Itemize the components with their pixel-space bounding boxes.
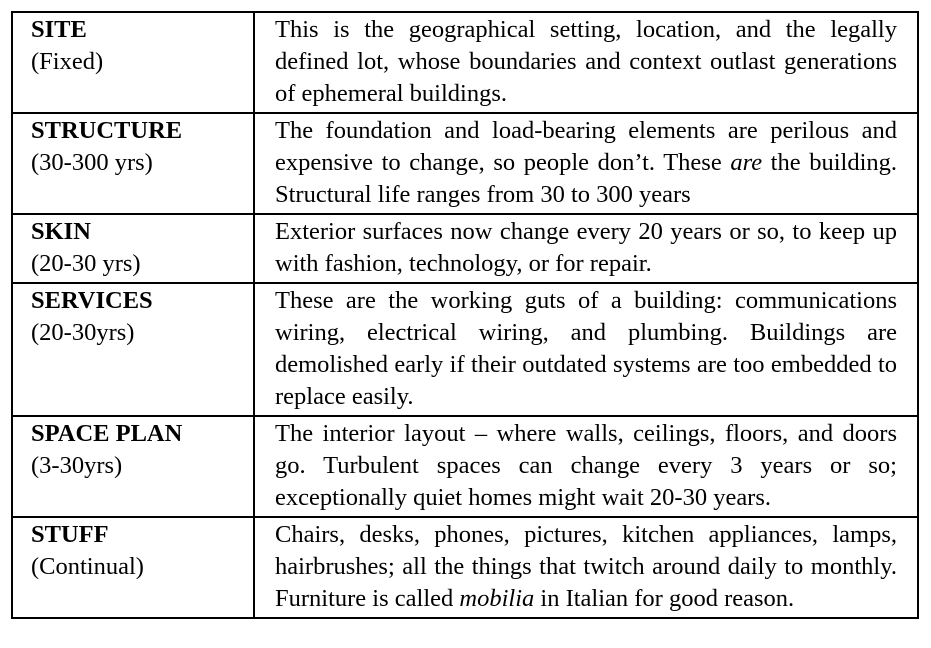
table-row-stuff: STUFF (Continual) Chairs, desks, phones,… [11,516,919,619]
description-text: This is the geographical setting, locati… [275,16,897,107]
layer-cell-structure: STRUCTURE (30-300 yrs) [11,112,255,215]
description-text: Exterior surfaces now change every 20 ye… [275,218,897,277]
table-row-space-plan: SPACE PLAN (3-30yrs) The interior layout… [11,415,919,518]
description-text: The interior layout – where walls, ceili… [275,420,897,511]
layer-lifespan-site: (Fixed) [31,48,104,75]
layer-lifespan-services: (20-30yrs) [31,319,135,346]
layer-name-space-plan: SPACE PLAN [31,420,183,447]
layer-description-structure: The foundation and load-bearing elements… [253,112,919,215]
description-emphasis: mobilia [459,585,535,612]
layer-name-skin: SKIN [31,218,91,245]
layer-cell-space-plan: SPACE PLAN (3-30yrs) [11,415,255,518]
building-layers-table: SITE (Fixed) This is the geographical se… [11,11,919,619]
table-row-skin: SKIN (20-30 yrs) Exterior surfaces now c… [11,213,919,284]
layer-cell-site: SITE (Fixed) [11,11,255,114]
layer-name-site: SITE [31,16,87,43]
layer-description-site: This is the geographical setting, locati… [253,11,919,114]
layer-description-services: These are the working guts of a building… [253,282,919,417]
layer-lifespan-structure: (30-300 yrs) [31,149,153,176]
layer-cell-stuff: STUFF (Continual) [11,516,255,619]
description-text: These are the working guts of a building… [275,287,897,410]
layer-cell-services: SERVICES (20-30yrs) [11,282,255,417]
table-row-services: SERVICES (20-30yrs) These are the workin… [11,282,919,417]
description-emphasis: are [730,149,763,176]
layer-name-services: SERVICES [31,287,153,314]
layer-name-structure: STRUCTURE [31,117,183,144]
description-text: in Italian for good reason. [534,585,795,612]
layer-lifespan-space-plan: (3-30yrs) [31,452,123,479]
layer-lifespan-skin: (20-30 yrs) [31,250,141,277]
layer-description-skin: Exterior surfaces now change every 20 ye… [253,213,919,284]
layer-cell-skin: SKIN (20-30 yrs) [11,213,255,284]
layer-description-space-plan: The interior layout – where walls, ceili… [253,415,919,518]
layer-lifespan-stuff: (Continual) [31,553,144,580]
table-row-structure: STRUCTURE (30-300 yrs) The foundation an… [11,112,919,215]
layer-description-stuff: Chairs, desks, phones, pictures, kitchen… [253,516,919,619]
layer-name-stuff: STUFF [31,521,109,548]
table-row-site: SITE (Fixed) This is the geographical se… [11,11,919,114]
